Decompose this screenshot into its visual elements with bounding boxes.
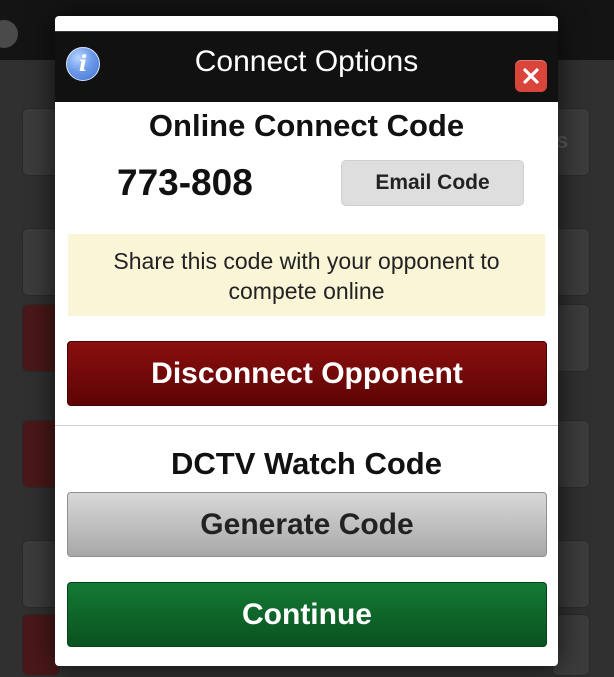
dctv-watch-heading: DCTV Watch Code: [171, 446, 442, 481]
dialog-title: Connect Options: [194, 45, 419, 78]
dialog-header: i Connect Options: [55, 31, 558, 102]
close-button[interactable]: [515, 60, 547, 92]
email-code-button[interactable]: Email Code: [341, 160, 524, 206]
share-code-note: Share this code with your opponent to co…: [68, 234, 545, 316]
generate-code-button[interactable]: Generate Code: [67, 492, 547, 557]
disconnect-opponent-button[interactable]: Disconnect Opponent: [67, 341, 547, 406]
continue-button[interactable]: Continue: [67, 582, 547, 647]
close-icon: [523, 68, 539, 84]
section-divider: [55, 425, 558, 426]
info-icon[interactable]: i: [66, 47, 100, 81]
connect-options-dialog: i Connect Options Online Connect Code 77…: [55, 16, 558, 666]
background-menu-icon: [0, 20, 18, 48]
connect-code-value: 773-808: [117, 162, 253, 203]
online-connect-heading: Online Connect Code: [148, 108, 465, 143]
